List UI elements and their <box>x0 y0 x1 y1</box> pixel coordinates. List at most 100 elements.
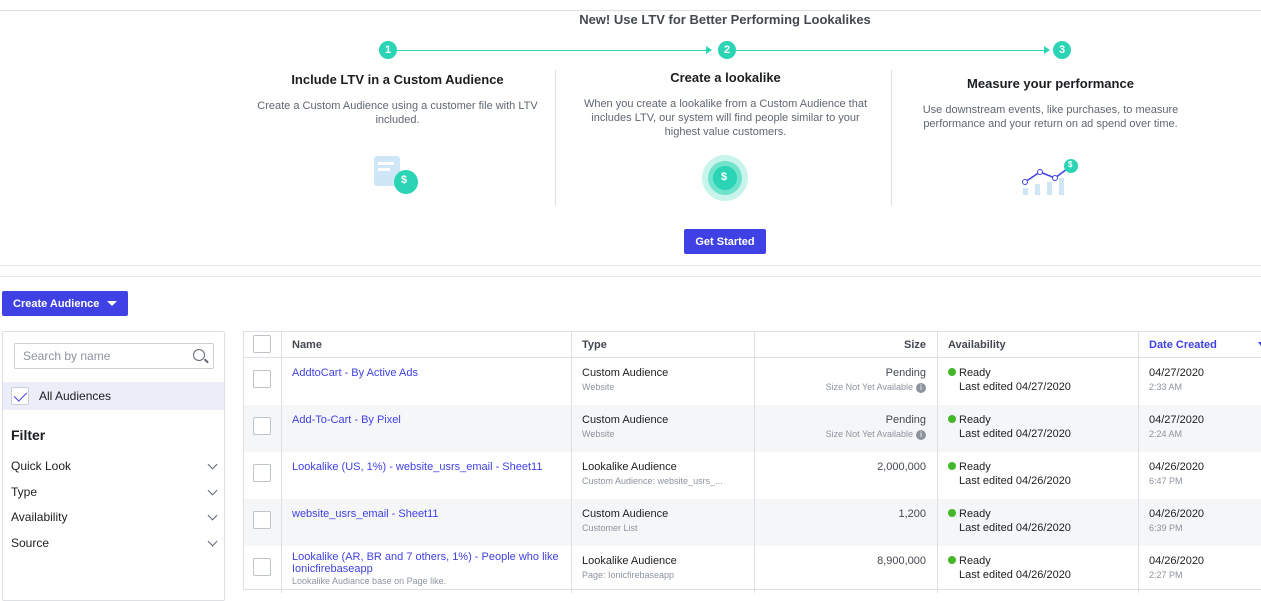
info-icon[interactable]: i <box>916 382 926 393</box>
size-value: 2,000,000 <box>877 461 926 473</box>
table-row[interactable]: website_usrs_email - Sheet11 Custom Audi… <box>244 499 1261 546</box>
chevron-down-icon <box>207 485 218 496</box>
chevron-down-icon <box>207 510 218 521</box>
promo-step-title: Create a lookalike <box>670 70 781 85</box>
type-value: Custom Audience <box>582 367 669 379</box>
arrow-icon <box>1044 46 1050 54</box>
filter-availability[interactable]: Availability <box>11 510 218 524</box>
promo-step-title: Measure your performance <box>967 76 1134 91</box>
status-value: Ready <box>959 414 991 426</box>
audience-table: Name Type Size Availability Date Created… <box>243 331 1261 593</box>
status-dot-icon <box>948 462 956 470</box>
row-checkbox[interactable] <box>253 464 271 482</box>
time-value: 2:27 PM <box>1149 570 1183 580</box>
date-value: 04/27/2020 <box>1149 367 1205 379</box>
audience-name-link[interactable]: website_usrs_email - Sheet11 <box>292 508 571 520</box>
size-value: 1,200 <box>898 508 926 520</box>
table-row[interactable]: Lookalike (AR, BR and 7 others, 1%) - Pe… <box>244 546 1261 593</box>
filter-label: Availability <box>11 510 68 524</box>
table-header: Name Type Size Availability Date Created <box>244 332 1261 358</box>
info-icon[interactable]: i <box>916 429 926 440</box>
audience-name-link[interactable]: Add-To-Cart - By Pixel <box>292 414 571 426</box>
size-value: 8,900,000 <box>877 555 926 567</box>
chevron-down-icon <box>207 536 218 547</box>
audience-description: Lookalike Audiance base on Page like. <box>292 576 447 586</box>
row-checkbox[interactable] <box>253 370 271 388</box>
audience-name-link[interactable]: Lookalike (US, 1%) - website_usrs_email … <box>292 461 571 473</box>
row-checkbox-cell <box>244 499 282 546</box>
status-dot-icon <box>948 556 956 564</box>
filter-title: Filter <box>11 427 46 443</box>
column-divider <box>555 70 556 205</box>
table-row[interactable]: AddtoCart - By Active Ads Custom Audienc… <box>244 358 1261 405</box>
last-edited: Last edited 04/27/2020 <box>959 381 1071 393</box>
time-value: 6:39 PM <box>1149 523 1183 533</box>
column-header-date-created[interactable]: Date Created <box>1139 332 1261 358</box>
arrow-icon <box>706 46 712 54</box>
status-dot-icon <box>948 415 956 423</box>
status-value: Ready <box>959 367 991 379</box>
column-header-availability[interactable]: Availability <box>938 332 1139 358</box>
step-1-badge: 1 <box>379 41 397 59</box>
type-sub: Custom Audience: website_usrs_... <box>582 476 723 486</box>
performance-chart-icon: $ <box>1021 158 1081 198</box>
search-input[interactable]: Search by name <box>14 343 214 369</box>
filter-type[interactable]: Type <box>11 485 218 499</box>
row-checkbox[interactable] <box>253 558 271 576</box>
top-divider <box>0 10 1261 11</box>
section-divider <box>0 276 1261 277</box>
create-audience-label: Create Audience <box>13 297 100 310</box>
audience-name-link[interactable]: AddtoCart - By Active Ads <box>292 367 571 379</box>
promo-step-desc: Create a Custom Audience using a custome… <box>257 100 538 126</box>
date-value: 04/26/2020 <box>1149 461 1205 473</box>
search-placeholder: Search by name <box>23 349 111 363</box>
step-progress: 1 2 3 <box>379 41 1071 61</box>
row-checkbox[interactable] <box>253 511 271 529</box>
step-line <box>397 50 710 51</box>
last-edited: Last edited 04/26/2020 <box>959 475 1071 487</box>
table-row[interactable]: Add-To-Cart - By Pixel Custom Audience We… <box>244 405 1261 452</box>
type-value: Custom Audience <box>582 508 669 520</box>
status-dot-icon <box>948 509 956 517</box>
status-dot-icon <box>948 368 956 376</box>
select-all-checkbox[interactable] <box>253 335 271 353</box>
promo-title: New! Use LTV for Better Performing Looka… <box>579 12 871 27</box>
column-header-size[interactable]: Size <box>755 332 938 358</box>
type-sub: Page: Ionicfirebaseapp <box>582 570 675 580</box>
step-3-badge: 3 <box>1053 41 1071 59</box>
row-checkbox-cell <box>244 452 282 499</box>
get-started-button[interactable]: Get Started <box>684 229 766 254</box>
date-value: 04/27/2020 <box>1149 414 1205 426</box>
table-row[interactable]: Lookalike (US, 1%) - website_usrs_email … <box>244 452 1261 499</box>
last-edited: Last edited 04/27/2020 <box>959 428 1071 440</box>
size-sub: Size Not Yet Available <box>825 382 913 392</box>
column-header-name[interactable]: Name <box>282 332 572 358</box>
filter-source[interactable]: Source <box>11 536 218 550</box>
filter-label: Type <box>11 485 38 499</box>
all-audiences-option[interactable]: All Audiences <box>3 382 224 410</box>
filter-quick-look[interactable]: Quick Look <box>11 459 218 473</box>
create-audience-button[interactable]: Create Audience <box>2 291 128 316</box>
promo-step-lookalike: Create a lookalike When you create a loo… <box>558 70 893 220</box>
column-header-type[interactable]: Type <box>572 332 755 358</box>
dollar-coin-icon: $ <box>701 154 749 202</box>
filter-label: Source <box>11 536 50 550</box>
size-value: Pending <box>885 414 926 426</box>
checkbox-checked[interactable] <box>11 387 29 405</box>
size-value: Pending <box>885 367 926 379</box>
promo-step-measure: Measure your performance Use downstream … <box>883 76 1218 226</box>
promo-step-desc: Use downstream events, like purchases, t… <box>922 104 1179 130</box>
time-value: 6:47 PM <box>1149 476 1183 486</box>
row-checkbox-cell <box>244 358 282 405</box>
promo-step-title: Include LTV in a Custom Audience <box>291 72 504 87</box>
time-value: 2:33 AM <box>1149 382 1183 392</box>
dollar-sign: $ <box>401 174 408 186</box>
header-checkbox-cell <box>244 332 282 358</box>
row-checkbox-cell <box>244 405 282 452</box>
step-line <box>736 50 1048 51</box>
type-sub: Customer List <box>582 523 638 533</box>
date-value: 04/26/2020 <box>1149 508 1205 520</box>
audience-name-link[interactable]: Lookalike (AR, BR and 7 others, 1%) - Pe… <box>292 551 562 575</box>
row-checkbox[interactable] <box>253 417 271 435</box>
date-created-label: Date Created <box>1149 339 1217 351</box>
